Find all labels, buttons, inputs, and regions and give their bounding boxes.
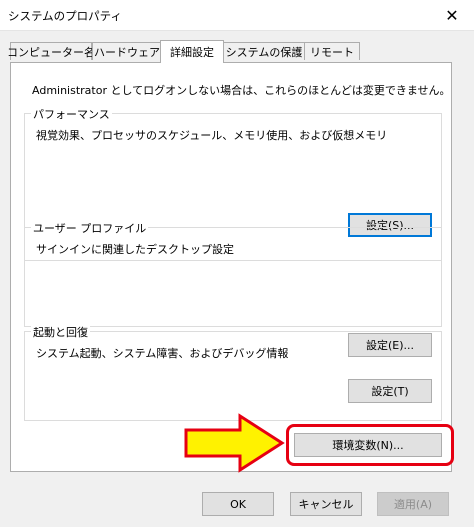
title-bar: システムのプロパティ ✕	[0, 0, 474, 31]
close-icon[interactable]: ✕	[430, 0, 474, 30]
tab-system-protection[interactable]: システムの保護	[222, 42, 306, 60]
admin-notice: Administrator としてログオンしない場合は、これらのほとんどは変更で…	[32, 84, 451, 97]
ok-button[interactable]: OK	[202, 492, 274, 516]
apply-button[interactable]: 適用(A)	[377, 492, 449, 516]
startup-recovery-description: システム起動、システム障害、およびデバッグ情報	[36, 347, 289, 360]
startup-recovery-group: 起動と回復 システム起動、システム障害、およびデバッグ情報 設定(T)	[24, 324, 442, 421]
cancel-button[interactable]: キャンセル	[290, 492, 362, 516]
user-profile-group: ユーザー プロファイル サインインに関連したデスクトップ設定 設定(E)...	[24, 220, 442, 357]
environment-variables-button[interactable]: 環境変数(N)...	[294, 433, 442, 457]
performance-description: 視覚効果、プロセッサのスケジュール、メモリ使用、および仮想メモリ	[36, 129, 388, 142]
window-title: システムのプロパティ	[8, 9, 122, 23]
tab-hardware[interactable]: ハードウェア	[92, 42, 162, 60]
pointer-arrow-icon	[184, 413, 285, 473]
tab-advanced[interactable]: 詳細設定	[160, 40, 224, 63]
tab-computer-name[interactable]: コンピューター名	[7, 42, 95, 60]
tab-remote[interactable]: リモート	[304, 42, 360, 60]
user-profile-title: ユーザー プロファイル	[31, 220, 149, 236]
performance-title: パフォーマンス	[31, 106, 112, 122]
startup-recovery-title: 起動と回復	[31, 324, 90, 340]
startup-recovery-settings-button[interactable]: 設定(T)	[348, 379, 432, 403]
user-profile-description: サインインに関連したデスクトップ設定	[36, 243, 234, 256]
